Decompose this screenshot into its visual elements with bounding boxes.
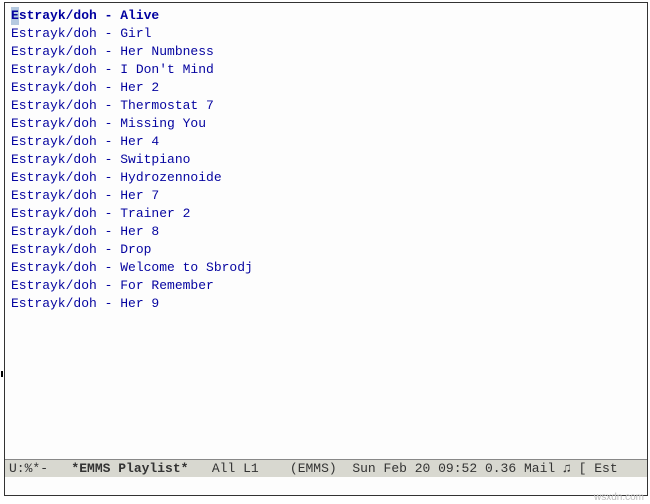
track-label: Estrayk/doh - Trainer 2: [11, 206, 190, 221]
track-label: Estrayk/doh - Hydrozennoide: [11, 170, 222, 185]
text-cursor: E: [11, 7, 19, 25]
playlist-track[interactable]: Estrayk/doh - Her Numbness: [11, 43, 641, 61]
track-label: Estrayk/doh - Her 2: [11, 80, 159, 95]
playlist-track[interactable]: Estrayk/doh - I Don't Mind: [11, 61, 641, 79]
playlist-track[interactable]: Estrayk/doh - Her 9: [11, 295, 641, 313]
track-label: strayk/doh - Alive: [19, 8, 159, 23]
mode-line-datetime: Sun Feb 20 09:52: [352, 461, 477, 476]
track-label: Estrayk/doh - Girl: [11, 26, 151, 41]
playlist-track[interactable]: Estrayk/doh - Her 2: [11, 79, 641, 97]
fringe-indicator: [1, 371, 3, 377]
playlist-track[interactable]: Estrayk/doh - Her 8: [11, 223, 641, 241]
track-label: Estrayk/doh - For Remember: [11, 278, 214, 293]
playlist-track[interactable]: Estrayk/doh - Trainer 2: [11, 205, 641, 223]
mode-line-status: U:%*-: [9, 461, 48, 476]
track-label: Estrayk/doh - Her 8: [11, 224, 159, 239]
playlist-track[interactable]: Estrayk/doh - Girl: [11, 25, 641, 43]
playlist-track[interactable]: Estrayk/doh - Her 7: [11, 187, 641, 205]
playlist-track[interactable]: Estrayk/doh - Missing You: [11, 115, 641, 133]
playlist-track[interactable]: Estrayk/doh - Drop: [11, 241, 641, 259]
emacs-frame: Estrayk/doh - AliveEstrayk/doh - GirlEst…: [4, 2, 648, 496]
track-label: Estrayk/doh - Thermostat 7: [11, 98, 214, 113]
playlist-track[interactable]: Estrayk/doh - Hydrozennoide: [11, 169, 641, 187]
music-note-icon: ♫: [563, 461, 571, 476]
playlist-track[interactable]: Estrayk/doh - Welcome to Sbrodj: [11, 259, 641, 277]
mode-line-buffer-name: *EMMS Playlist*: [71, 461, 188, 476]
playlist-track[interactable]: Estrayk/doh - Thermostat 7: [11, 97, 641, 115]
track-label: Estrayk/doh - Switpiano: [11, 152, 190, 167]
echo-area[interactable]: [5, 477, 647, 495]
playlist-track[interactable]: Estrayk/doh - Her 4: [11, 133, 641, 151]
playlist-track[interactable]: Estrayk/doh - Alive: [11, 7, 641, 25]
track-label: Estrayk/doh - Missing You: [11, 116, 206, 131]
track-label: Estrayk/doh - I Don't Mind: [11, 62, 214, 77]
mode-line: U:%*- *EMMS Playlist* All L1 (EMMS) Sun …: [5, 459, 647, 477]
track-label: Estrayk/doh - Her Numbness: [11, 44, 214, 59]
track-label: Estrayk/doh - Her 4: [11, 134, 159, 149]
track-label: Estrayk/doh - Her 9: [11, 296, 159, 311]
track-label: Estrayk/doh - Her 7: [11, 188, 159, 203]
mode-line-mail: Mail: [524, 461, 555, 476]
playlist-buffer[interactable]: Estrayk/doh - AliveEstrayk/doh - GirlEst…: [5, 3, 647, 459]
playlist-track[interactable]: Estrayk/doh - Switpiano: [11, 151, 641, 169]
watermark: wsxdn.com: [594, 492, 644, 503]
mode-line-load: 0.36: [485, 461, 516, 476]
mode-line-tail: [ Est: [579, 461, 618, 476]
mode-line-mode: (EMMS): [290, 461, 337, 476]
track-label: Estrayk/doh - Welcome to Sbrodj: [11, 260, 253, 275]
track-label: Estrayk/doh - Drop: [11, 242, 151, 257]
mode-line-position: All L1: [212, 461, 259, 476]
playlist-track[interactable]: Estrayk/doh - For Remember: [11, 277, 641, 295]
